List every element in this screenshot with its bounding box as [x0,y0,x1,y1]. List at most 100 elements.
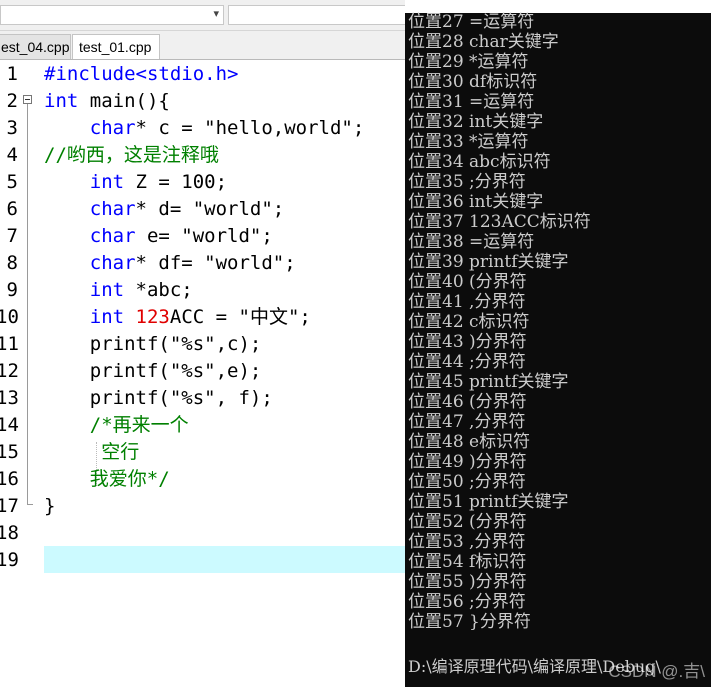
scope-dropdown[interactable]: ▾ [0,5,224,25]
line-number: 15 [0,441,19,463]
code-line[interactable]: 14 /*再来一个 [0,412,405,439]
code-text: #include<stdio.h> [44,61,238,88]
token: printf("%s",c); [44,333,262,355]
code-line[interactable]: 4 //哟西，这是注释哦 [0,142,405,169]
code-text: printf("%s",c); [44,331,262,358]
token: printf("%s",e); [44,360,262,382]
code-text: char* df= "world"; [44,250,296,277]
line-number: 2 [6,90,18,112]
code-text: int *abc; [44,277,193,304]
file-tab-bar: est_04.cpp test_01.cpp [0,31,405,60]
line-number: 1 [6,63,18,85]
token-cmt: 我爱你*/ [89,468,170,490]
console-output-line: 位置29 *运算符 [408,52,529,72]
code-editor[interactable]: 1 #include<stdio.h> 2 int main(){ 3 char* c … [0,60,405,687]
code-line[interactable]: 12 printf("%s",e); [0,358,405,385]
token-kw: char [89,252,136,274]
console-output-line: 位置32 int关键字 [408,112,544,132]
tab-test-04[interactable]: est_04.cpp [0,34,71,59]
console-output-line: 位置57 }分界符 [408,612,531,632]
function-dropdown[interactable] [228,5,408,25]
console-output-line: 位置46 (分界符 [408,392,527,412]
chevron-down-icon[interactable]: ▾ [213,7,219,20]
console-output-line: 位置44 ;分界符 [408,352,526,372]
line-number: 19 [0,549,19,571]
code-line[interactable]: 9 int *abc; [0,277,405,304]
line-number: 13 [0,387,19,409]
tab-test-01[interactable]: test_01.cpp [72,34,160,59]
code-line[interactable]: 6 char* d= "world"; [0,196,405,223]
token-kw: int [44,90,79,112]
code-line[interactable]: 16 我爱你*/ [0,466,405,493]
console-output-line: 位置47 ,分界符 [408,412,526,432]
code-text: int Z = 100; [44,169,227,196]
line-number: 6 [6,198,18,220]
console-output-line: 位置36 int关键字 [408,192,544,212]
code-text: char e= "world"; [44,223,273,250]
code-text: /*再来一个 [44,412,189,439]
watermark: CSDN @.吉\ [608,662,705,681]
console-output-line: 位置55 )分界符 [408,572,527,592]
code-line[interactable]: 2 int main(){ [0,88,405,115]
code-text: printf("%s", f); [44,385,273,412]
token: printf("%s", f); [44,387,273,409]
line-number: 17 [0,495,19,517]
console-output-line: 位置53 ,分界符 [408,532,526,552]
console-output-line: 位置33 *运算符 [408,132,529,152]
console-output-line: 位置43 )分界符 [408,332,527,352]
code-text: } [44,493,55,520]
code-line[interactable]: 19 [0,547,405,574]
code-text: int 123ACC = "中文"; [44,304,311,331]
line-number: 16 [0,468,19,490]
code-line[interactable]: 10 int 123ACC = "中文"; [0,304,405,331]
fold-toggle-icon[interactable] [23,95,32,104]
line-number: 4 [6,144,18,166]
console-output-line: 位置39 printf关键字 [408,252,569,272]
code-line[interactable]: 3 char* c = "hello,world"; [0,115,405,142]
console-output-line: 位置54 f标识符 [408,552,527,572]
console-output-line: 位置35 ;分界符 [408,172,526,192]
token: Z = 100; [124,171,228,193]
console-output-line: 位置42 c标识符 [408,312,530,332]
token-cmt: 空行 [101,441,140,463]
console-output-line: 位置52 (分界符 [408,512,527,532]
code-line[interactable]: 7 char e= "world"; [0,223,405,250]
console-window[interactable]: D:\编译原理代码\编译原理\Debug\ CSDN @.吉\ 位置27 =运算… [405,0,711,687]
line-number: 12 [0,360,19,382]
token: main(){ [78,90,170,112]
token: *abc; [124,279,193,301]
token-kw: char [89,117,136,139]
code-line[interactable]: 15 空行 [0,439,405,466]
line-number: 11 [0,333,19,355]
console-output-line: 位置34 abc标识符 [408,152,551,172]
code-text: char* d= "world"; [44,196,284,223]
code-line[interactable]: 1 #include<stdio.h> [0,61,405,88]
code-line[interactable]: 5 int Z = 100; [0,169,405,196]
code-text: //哟西，这是注释哦 [44,142,219,169]
code-line[interactable]: 8 char* df= "world"; [0,250,405,277]
code-text: 空行 [44,439,139,466]
token-num: 123 [135,306,170,328]
code-line[interactable]: 17} [0,493,405,520]
code-line[interactable]: 11 printf("%s",c); [0,331,405,358]
token-kw: char [89,198,136,220]
code-line[interactable]: 13 printf("%s", f); [0,385,405,412]
token: ACC = "中文"; [169,306,311,328]
token: } [44,495,56,517]
code-line[interactable]: 18 [0,520,405,547]
token: * d= "world"; [135,198,285,220]
editor-toolbar: ▾ [0,0,408,31]
console-output-line: 位置37 123ACC标识符 [408,212,591,232]
console-output-line: 位置28 char关键字 [408,32,559,52]
code-text: printf("%s",e); [44,358,262,385]
